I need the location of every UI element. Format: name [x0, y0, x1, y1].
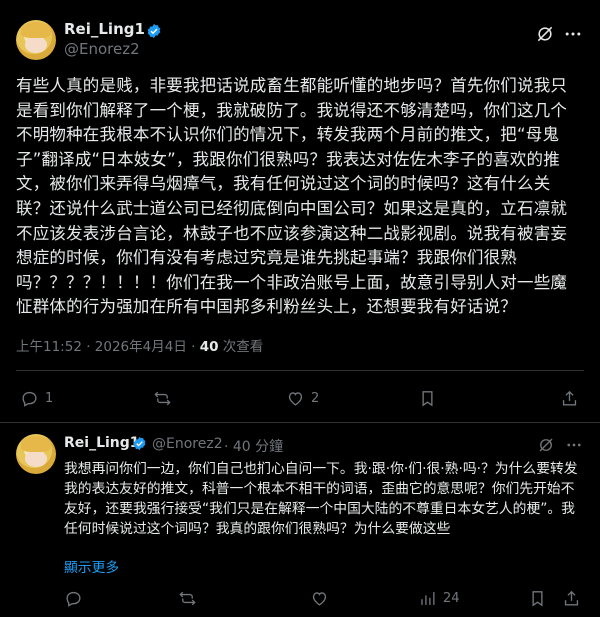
avatar[interactable]	[16, 434, 56, 474]
like-icon	[312, 592, 327, 606]
views-button[interactable]: 24	[418, 589, 460, 608]
verified-badge-icon	[133, 436, 146, 451]
share-button[interactable]	[560, 389, 579, 408]
like-button[interactable]: 2	[286, 389, 319, 408]
reply-icon	[22, 391, 37, 407]
main-post: Rei_Ling1 @Enorez2 有些人真的是贱，非要我把话说成畜生都能听懂…	[0, 0, 600, 423]
share-button[interactable]	[562, 589, 581, 608]
reply-button[interactable]	[64, 589, 83, 608]
bookmark-icon	[532, 591, 543, 607]
grok-icon[interactable]	[536, 436, 556, 456]
more-icon[interactable]	[562, 24, 584, 46]
reply-button[interactable]: 1	[20, 389, 53, 408]
reply-text: 我想再问你们一边，你们自己也扪心自问一下。我·跟·你·们·很·熟·吗·？为什么要…	[64, 461, 578, 538]
views-icon	[421, 592, 435, 605]
display-name[interactable]: Rei_Ling1	[64, 435, 140, 451]
show-more-link[interactable]: 顯示更多	[64, 556, 119, 576]
bookmark-icon	[422, 391, 433, 407]
like-count: 2	[311, 391, 320, 406]
more-icon[interactable]	[564, 436, 584, 456]
display-name[interactable]: Rei_Ling1	[64, 20, 145, 38]
handle[interactable]: @Enorez2	[152, 436, 223, 452]
views-count: 24	[443, 591, 460, 606]
grok-icon[interactable]	[534, 24, 556, 46]
retweet-icon	[154, 391, 171, 406]
reply-icon	[66, 591, 81, 607]
retweet-icon	[179, 591, 196, 606]
retweet-button[interactable]	[178, 589, 197, 608]
reply-count: 1	[45, 391, 54, 406]
avatar[interactable]	[16, 20, 56, 60]
views-label: 次查看	[218, 339, 264, 355]
post-meta: 上午11:52 · 2026年4月4日 · 40 次查看	[16, 335, 263, 355]
post-time[interactable]: 上午11:52 · 2026年4月4日 ·	[16, 339, 200, 355]
retweet-button[interactable]	[153, 389, 178, 408]
share-icon	[562, 390, 577, 406]
like-button[interactable]	[310, 589, 329, 608]
bookmark-button[interactable]	[418, 389, 437, 408]
divider	[0, 422, 600, 423]
divider	[16, 370, 584, 371]
share-icon	[564, 590, 579, 606]
reply-time[interactable]: · 40 分鐘	[224, 436, 283, 456]
verified-badge-icon	[147, 24, 161, 38]
like-icon	[288, 392, 303, 406]
views-count: 40	[199, 339, 219, 355]
handle[interactable]: @Enorez2	[64, 40, 140, 58]
post-text: 有些人真的是贱，非要我把话说成畜生都能听懂的地步吗？首先你们说我只是看到你们解释…	[16, 76, 568, 317]
bookmark-button[interactable]	[528, 589, 547, 608]
